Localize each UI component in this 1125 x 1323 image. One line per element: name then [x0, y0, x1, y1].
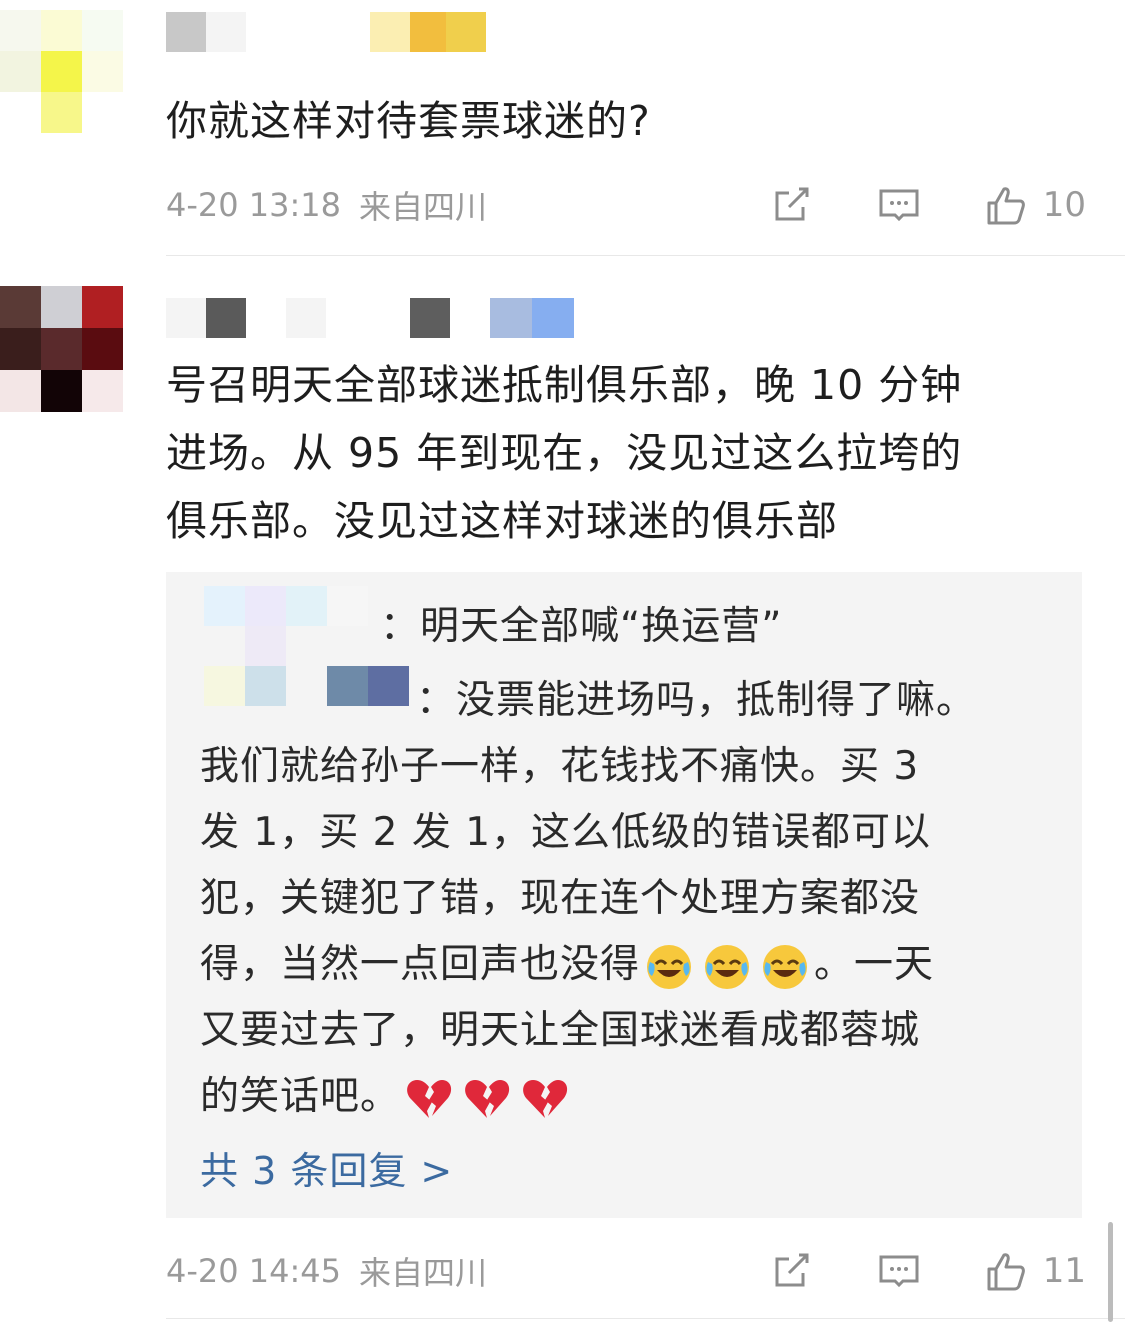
- reply-text-line: 发 1，买 2 发 1，这么低级的错误都可以: [200, 810, 932, 855]
- reply-text-line: 的笑话吧。: [200, 1064, 574, 1130]
- reply-preview[interactable]: ：明天全部喊“换运营” ：没票能进场吗，抵制得了嘛。 我们就给孙子一样，花钱找不…: [166, 572, 1082, 1218]
- broken-heart-emoji: [407, 1079, 452, 1118]
- divider: [166, 255, 1125, 256]
- thumbs-up-icon[interactable]: [981, 1247, 1029, 1295]
- thumbs-up-icon[interactable]: [981, 181, 1029, 229]
- username[interactable]: [166, 298, 574, 338]
- comment-meta: 4-20 14:45 来自四川 11: [166, 1246, 1086, 1296]
- reply-text: ：没票能进场吗，抵制得了嘛。: [416, 678, 977, 723]
- share-icon[interactable]: [767, 1247, 815, 1295]
- username[interactable]: [166, 12, 496, 52]
- reply-text-segment: 。一天: [814, 942, 935, 987]
- comment-feed: 你就这样对待套票球迷的? 4-20 13:18 来自四川 10 号召明天全部球迷…: [0, 0, 1125, 1323]
- comment-text-line: 进场。从 95 年到现在，没见过这么拉垮的: [166, 429, 963, 477]
- scrollbar[interactable]: [1108, 1222, 1113, 1322]
- divider: [166, 1318, 1125, 1319]
- comment-text-line: 俱乐部。没见过这样对球迷的俱乐部: [166, 497, 838, 545]
- laugh-cry-emoji: [763, 944, 808, 989]
- comment-meta: 4-20 13:18 来自四川 10: [166, 180, 1086, 230]
- laugh-cry-emoji: [705, 944, 750, 989]
- broken-heart-emoji: [523, 1079, 568, 1118]
- share-icon[interactable]: [767, 181, 815, 229]
- comment-icon[interactable]: [875, 181, 923, 229]
- laugh-cry-emoji: [647, 944, 692, 989]
- avatar[interactable]: [0, 286, 123, 420]
- username-badge: [370, 12, 410, 52]
- broken-heart-emoji: [465, 1079, 510, 1118]
- comment-location: 来自四川: [359, 1254, 488, 1292]
- reply-text-segment: 的笑话吧。: [200, 1074, 401, 1119]
- reply-text-segment: 得，当然一点回声也没得: [200, 942, 641, 987]
- comment-time: 4-20 13:18: [166, 186, 342, 224]
- reply-text-line: 得，当然一点回声也没得 。一天: [200, 932, 934, 998]
- comment-icon[interactable]: [875, 1247, 923, 1295]
- like-count: 10: [1042, 185, 1086, 225]
- comment-time: 4-20 14:45: [166, 1252, 342, 1290]
- reply-text: ：明天全部喊“换运营”: [380, 604, 783, 649]
- comment-location: 来自四川: [359, 188, 488, 226]
- avatar[interactable]: [0, 10, 123, 150]
- comment-actions: 10: [767, 181, 1086, 229]
- reply-text-line: 我们就给孙子一样，花钱找不痛快。买 3: [200, 744, 920, 789]
- comment-text-line: 号召明天全部球迷抵制俱乐部，晚 10 分钟: [166, 361, 963, 409]
- comment-text: 你就这样对待套票球迷的?: [166, 97, 651, 145]
- like-count: 11: [1042, 1251, 1086, 1291]
- comment-actions: 11: [767, 1247, 1086, 1295]
- reply-text-line: 犯，关键犯了错，现在连个处理方案都没: [200, 876, 921, 921]
- view-more-replies-link[interactable]: 共 3 条回复 >: [200, 1140, 453, 1195]
- reply-text-line: 又要过去了，明天让全国球迷看成都蓉城: [200, 1008, 921, 1053]
